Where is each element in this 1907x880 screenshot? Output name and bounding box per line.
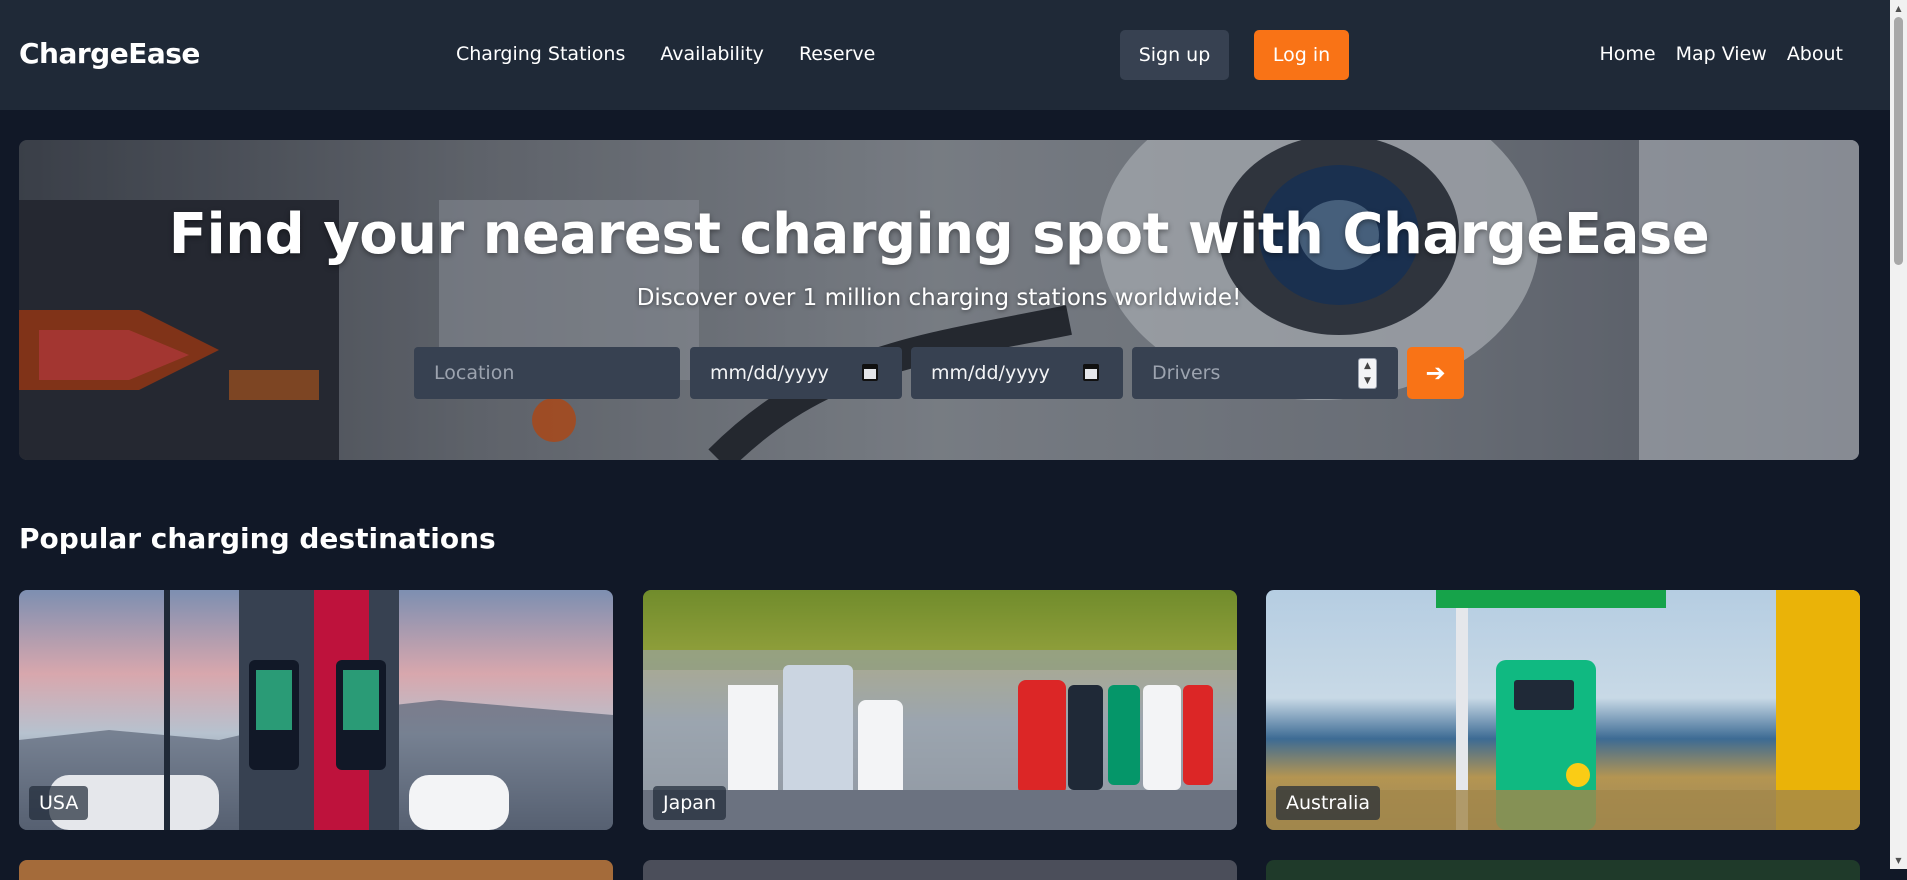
hero-title: Find your nearest charging spot with Cha… [168, 202, 1710, 267]
destination-card-japan[interactable]: Japan [643, 590, 1237, 830]
scroll-up-icon[interactable]: ▲ [1890, 0, 1907, 17]
destination-card-australia[interactable]: Australia [1266, 590, 1860, 830]
hero-banner: Find your nearest charging spot with Cha… [19, 140, 1859, 460]
start-date-value: mm/dd/yyyy [710, 362, 829, 384]
number-stepper[interactable]: ▲ ▼ [1358, 358, 1377, 389]
nav-link-about[interactable]: About [1787, 43, 1843, 65]
arrow-right-icon: ➔ [1425, 359, 1446, 387]
destination-card-usa[interactable]: USA [19, 590, 613, 830]
destination-image [19, 590, 613, 830]
login-button[interactable]: Log in [1254, 30, 1349, 80]
destination-card-partial[interactable] [1266, 860, 1860, 880]
destination-card-partial[interactable] [643, 860, 1237, 880]
calendar-icon[interactable] [862, 364, 878, 381]
stepper-down-icon[interactable]: ▼ [1364, 376, 1371, 386]
stepper-up-icon[interactable]: ▲ [1364, 361, 1371, 371]
scrollbar-thumb[interactable] [1894, 17, 1903, 265]
hero-subtitle: Discover over 1 million charging station… [636, 285, 1242, 311]
search-submit-button[interactable]: ➔ [1407, 347, 1464, 399]
signup-button[interactable]: Sign up [1120, 30, 1229, 80]
secondary-nav: Home Map View About [1599, 43, 1843, 65]
location-input[interactable]: Location [414, 347, 680, 399]
nav-link-map-view[interactable]: Map View [1676, 43, 1767, 65]
destination-image [643, 590, 1237, 830]
destination-card-partial[interactable] [19, 860, 613, 880]
brand-logo[interactable]: ChargeEase [19, 37, 200, 70]
destination-label: Australia [1276, 786, 1381, 820]
nav-link-charging-stations[interactable]: Charging Stations [456, 43, 625, 65]
primary-nav: Charging Stations Availability Reserve [456, 43, 875, 65]
calendar-icon[interactable] [1083, 364, 1099, 381]
end-date-input[interactable]: mm/dd/yyyy [911, 347, 1123, 399]
nav-link-reserve[interactable]: Reserve [799, 43, 875, 65]
destination-label: USA [29, 786, 89, 820]
destination-label: Japan [653, 786, 726, 820]
end-date-value: mm/dd/yyyy [931, 362, 1050, 384]
scroll-down-icon[interactable]: ▼ [1890, 852, 1907, 869]
nav-link-availability[interactable]: Availability [660, 43, 764, 65]
top-nav-bar: ChargeEase Charging Stations Availabilit… [0, 0, 1890, 110]
drivers-input[interactable]: Drivers ▲ ▼ [1132, 347, 1398, 399]
nav-link-home[interactable]: Home [1599, 43, 1655, 65]
page-scrollbar[interactable]: ▲ ▼ [1890, 0, 1907, 869]
section-title: Popular charging destinations [19, 522, 496, 555]
start-date-input[interactable]: mm/dd/yyyy [690, 347, 902, 399]
drivers-placeholder: Drivers [1152, 362, 1221, 384]
